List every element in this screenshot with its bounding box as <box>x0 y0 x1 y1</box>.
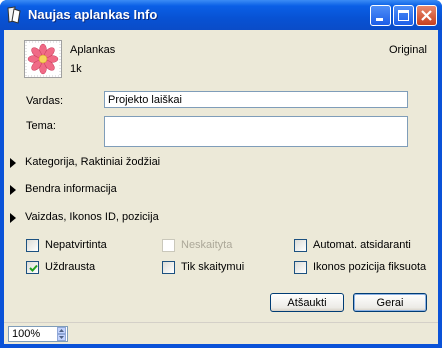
section-label: Kategorija, Raktiniai žodžiai <box>25 156 161 168</box>
flower-folder-icon <box>25 41 61 77</box>
checkbox-box[interactable] <box>294 239 307 252</box>
minimize-button[interactable] <box>370 5 391 26</box>
minimize-icon <box>376 18 383 21</box>
folder-thumbnail[interactable] <box>24 40 62 78</box>
expand-triangle-icon <box>10 213 16 223</box>
window-frame-bottom <box>0 344 442 348</box>
checkbox-label: Uždrausta <box>45 261 96 273</box>
checkbox-label: Nepatvirtinta <box>45 239 107 251</box>
app-icon <box>7 6 21 24</box>
spin-up-button[interactable] <box>57 327 66 334</box>
zoom-spinner[interactable]: 100% <box>8 326 68 342</box>
checkbox-box[interactable] <box>162 261 175 274</box>
original-status: Original <box>389 44 427 56</box>
spin-down-icon <box>59 336 64 339</box>
expand-triangle-icon <box>10 185 16 195</box>
section-label: Bendra informacija <box>25 183 117 195</box>
title-bar[interactable]: Naujas aplankas Info <box>0 0 442 30</box>
name-input[interactable] <box>104 91 408 108</box>
subject-label: Tema: <box>26 120 56 132</box>
checkbox-box <box>162 239 175 252</box>
spin-up-icon <box>59 329 64 332</box>
folder-size: 1k <box>70 63 82 75</box>
section-label: Vaizdas, Ikonos ID, pozicija <box>25 211 159 223</box>
spin-down-button[interactable] <box>57 334 66 341</box>
checkbox-label: Automat. atsidaranti <box>313 239 411 251</box>
checkbox-label: Tik skaitymui <box>181 261 245 273</box>
cancel-button[interactable]: Atšaukti <box>270 293 344 312</box>
close-button[interactable] <box>416 5 437 26</box>
maximize-icon <box>398 10 409 21</box>
checkbox-box[interactable] <box>26 239 39 252</box>
subject-input[interactable] <box>104 116 408 147</box>
checkbox-box[interactable] <box>26 261 39 274</box>
expand-triangle-icon <box>10 158 16 168</box>
info-window: Naujas aplankas Info Aplankas 1k Origina… <box>0 0 442 348</box>
maximize-button[interactable] <box>393 5 414 26</box>
name-label: Vardas: <box>26 95 64 107</box>
folder-name: Aplankas <box>70 44 116 56</box>
window-title: Naujas aplankas Info <box>28 7 158 22</box>
checkbox-box[interactable] <box>294 261 307 274</box>
close-icon <box>421 10 432 21</box>
ok-button[interactable]: Gerai <box>353 293 427 312</box>
status-bar <box>4 322 438 344</box>
checkmark-icon <box>29 264 38 272</box>
checkbox-label: Ikonos pozicija fiksuota <box>313 261 427 273</box>
zoom-value: 100% <box>12 328 41 340</box>
checkbox-label: Neskaityta <box>181 239 233 251</box>
